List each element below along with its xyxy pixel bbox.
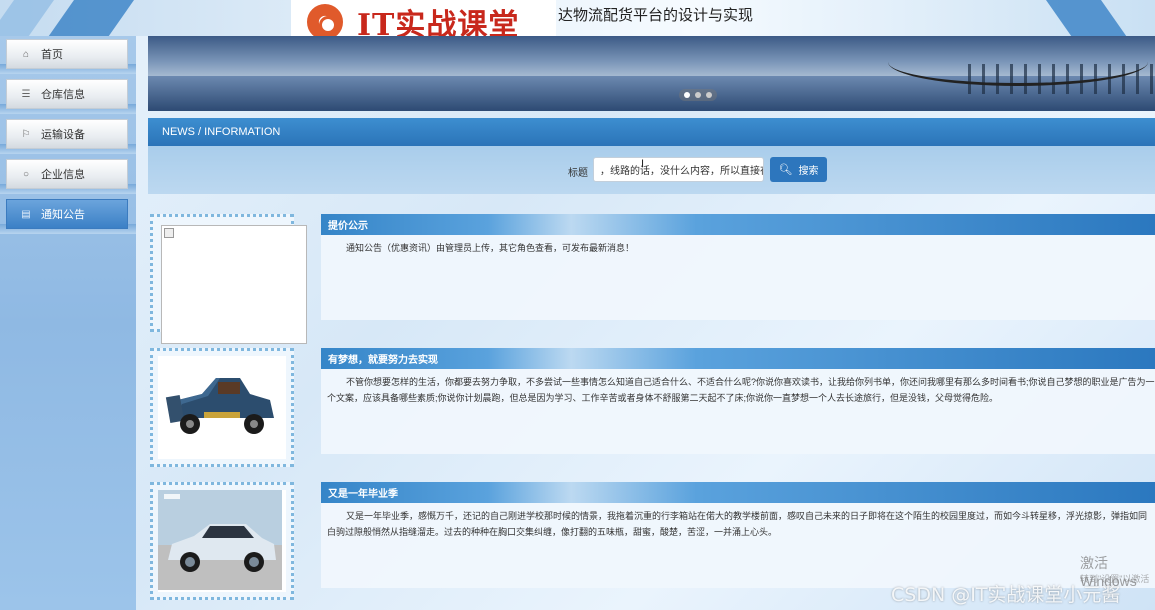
carousel-dot[interactable]: [705, 92, 712, 98]
news-title[interactable]: 提价公示: [321, 214, 1155, 235]
sidebar-item-notice[interactable]: ▤ 通知公告: [6, 199, 128, 229]
car-image: [158, 490, 286, 592]
news-thumbnail[interactable]: [150, 482, 294, 600]
search-input[interactable]: [593, 157, 764, 182]
sidebar-item-label: 运输设备: [41, 129, 85, 141]
carousel-dots: [679, 89, 717, 101]
news-header: NEWS / INFORMATION: [148, 118, 1155, 146]
sidebar: ⌂ 首页 ☰ 仓库信息 ⚐ 运输设备 ○ 企业信息 ▤ 通知公告: [0, 36, 136, 610]
sidebar-item-label: 通知公告: [41, 209, 85, 221]
search-button-label: 搜索: [798, 166, 819, 177]
text-cursor-icon: I: [641, 158, 645, 170]
news-card[interactable]: 又是一年毕业季 又是一年毕业季，感慨万千，还记的自己刚进学校那时候的情景，我拖着…: [321, 482, 1155, 588]
sidebar-item-label: 仓库信息: [41, 89, 85, 101]
flag-icon: ⚐: [21, 128, 31, 140]
news-title[interactable]: 有梦想，就要努力去实现: [321, 348, 1155, 369]
csdn-watermark: CSDN @IT实战课堂小元酱: [891, 584, 1121, 606]
search-icon: 🔍︎: [778, 164, 793, 176]
news-body: 又是一年毕业季，感慨万千，还记的自己刚进学校那时候的情景，我拖着沉重的行李箱站在…: [327, 511, 1148, 537]
news-body: 不管你想要怎样的生活，你都要去努力争取，不多尝试一些事情怎么知道自己适合什么、不…: [327, 377, 1155, 403]
news-card[interactable]: 提价公示 通知公告（优惠资讯）由管理员上传，其它角色查看，可发布最新消息！: [321, 214, 1155, 320]
sidebar-item-home[interactable]: ⌂ 首页: [6, 39, 128, 69]
banner-carousel[interactable]: [148, 36, 1155, 111]
carousel-dot[interactable]: [684, 92, 691, 98]
circle-icon: ○: [22, 168, 30, 180]
sidebar-item-label: 企业信息: [41, 169, 85, 181]
news-card[interactable]: 有梦想，就要努力去实现 不管你想要怎样的生活，你都要去努力争取，不多尝试一些事情…: [321, 348, 1155, 454]
search-bar: 标题 🔍︎ 搜索: [148, 146, 1155, 194]
sidebar-item-transport[interactable]: ⚐ 运输设备: [6, 119, 128, 149]
car-image: [158, 356, 286, 459]
toy-car-image: [158, 356, 282, 456]
sidebar-item-warehouse[interactable]: ☰ 仓库信息: [6, 79, 128, 109]
sliders-icon: ☰: [21, 88, 31, 100]
suv-car-image: [158, 490, 282, 590]
news-body: 通知公告（优惠资讯）由管理员上传，其它角色查看，可发布最新消息！: [346, 243, 635, 253]
broken-image-icon: [161, 225, 307, 344]
sidebar-item-label: 首页: [41, 49, 63, 61]
chrome-logo-icon: [307, 4, 343, 40]
search-label: 标题: [568, 168, 588, 179]
news-thumbnail[interactable]: [150, 214, 307, 344]
site-title: 达物流配货平台的设计与实现: [558, 7, 754, 24]
sidebar-item-company[interactable]: ○ 企业信息: [6, 159, 128, 189]
news-title[interactable]: 又是一年毕业季: [321, 482, 1155, 503]
search-button[interactable]: 🔍︎ 搜索: [770, 157, 827, 182]
news-thumbnail[interactable]: [150, 348, 294, 467]
banner-image: [888, 38, 1148, 86]
doc-icon: ▤: [21, 208, 31, 220]
home-icon: ⌂: [22, 48, 30, 60]
carousel-dot[interactable]: [694, 92, 701, 98]
